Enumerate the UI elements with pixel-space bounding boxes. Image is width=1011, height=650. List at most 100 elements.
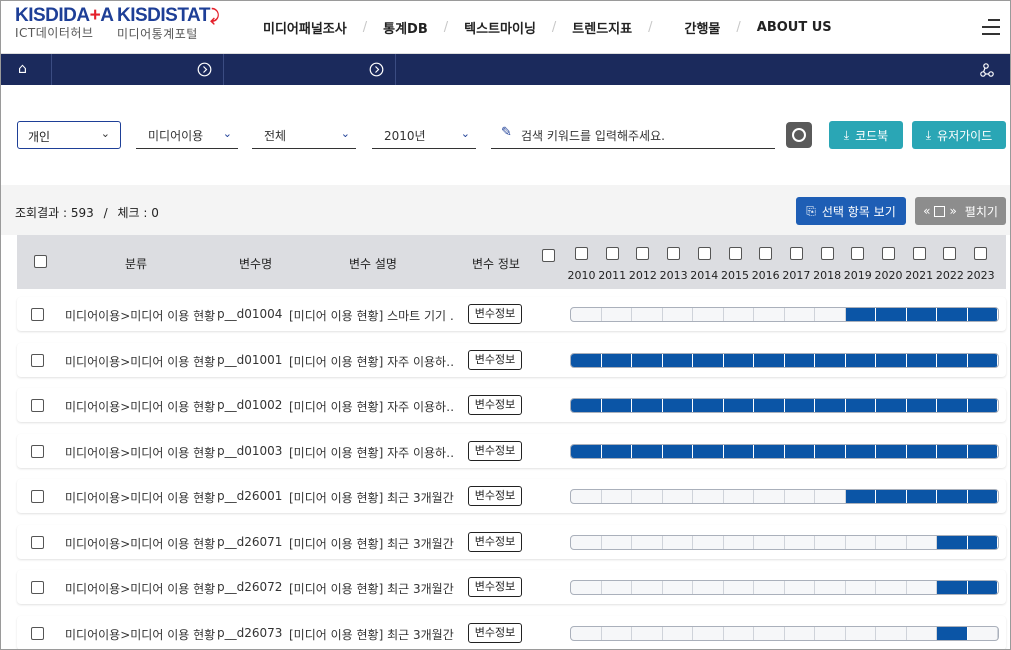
year-select[interactable]: 2010년 ⌄	[372, 121, 476, 149]
table-header: 분류 변수명 변수 설명 변수 정보 2010 2011 2012 2013 2014 2…	[17, 235, 1006, 289]
year-checkbox[interactable]	[728, 247, 742, 260]
year-checkbox[interactable]	[789, 247, 803, 260]
var-info-button[interactable]: 변수정보	[468, 440, 522, 461]
row-checkbox[interactable]	[31, 308, 44, 321]
var-info-button[interactable]: 변수정보	[468, 622, 522, 643]
year-checkbox[interactable]	[851, 247, 865, 260]
chevron-down-icon: ⌄	[340, 127, 350, 140]
search-input[interactable]: ✎ 검색 키워드를 입력해주세요.	[491, 121, 775, 149]
var-info-button[interactable]: 변수정보	[468, 531, 522, 552]
breadcrumb-level-2[interactable]	[224, 54, 396, 85]
row-checkbox[interactable]	[31, 399, 44, 412]
year-cell-empty	[815, 308, 846, 321]
clipboard-check-icon: ⎘	[806, 203, 816, 218]
row-checkbox[interactable]	[31, 581, 44, 594]
year-checkbox[interactable]	[605, 247, 619, 260]
year-cell-empty	[571, 490, 602, 503]
var-info-button[interactable]: 변수정보	[468, 577, 522, 597]
year-cell-empty	[693, 626, 724, 640]
nav-stats-db[interactable]: 통계DB	[383, 18, 428, 37]
year-cell-empty	[907, 626, 937, 640]
select-all-years-checkbox[interactable]	[542, 249, 555, 262]
year-checkbox[interactable]	[697, 247, 711, 260]
year-checkbox[interactable]	[667, 247, 681, 260]
panel-type-select[interactable]: 개인 ⌄	[17, 121, 121, 149]
year-cell-empty	[876, 535, 907, 549]
year-availability-bar	[570, 307, 999, 322]
row-var-desc: [미디어 이용 현황] 최근 3개월간…	[289, 536, 455, 551]
kisdidata-logo[interactable]: KISDIDA+A ICT데이터허브	[15, 6, 114, 41]
var-info-button[interactable]: 변수정보	[468, 395, 522, 415]
year-cell-available	[937, 535, 968, 549]
category-select[interactable]: 미디어이용 ⌄	[136, 121, 238, 149]
userguide-button[interactable]: ⤓ 유저가이드	[912, 121, 1006, 149]
nav-about-us[interactable]: ABOUT US	[757, 20, 832, 35]
year-cell-available	[967, 535, 998, 549]
share-icon[interactable]	[979, 62, 995, 78]
row-var-desc: [미디어 이용 현황] 자주 이용하…	[289, 445, 455, 460]
view-selected-button[interactable]: ⎘ 선택 항목 보기	[796, 197, 906, 225]
year-cell-empty	[602, 535, 632, 549]
var-info-button[interactable]: 변수정보	[468, 486, 522, 506]
row-var-name: p__d01004	[217, 307, 283, 321]
row-var-desc: [미디어 이용 현황] 최근 3개월간…	[289, 627, 455, 642]
search-button[interactable]	[786, 122, 812, 148]
row-checkbox[interactable]	[31, 626, 44, 640]
year-cell-empty	[724, 490, 754, 503]
breadcrumb-home[interactable]: ⌂	[1, 54, 52, 85]
year-cell-empty	[663, 308, 693, 321]
year-checkbox[interactable]	[636, 247, 650, 260]
year-cell-empty	[846, 581, 876, 594]
year-checkbox[interactable]	[943, 247, 957, 260]
year-checkbox[interactable]	[882, 247, 895, 260]
row-var-name: p__d26071	[217, 534, 283, 549]
year-checkbox[interactable]	[974, 247, 988, 260]
kisdistat-logo[interactable]: KISDISTAT⤸ 미디어통계포털	[117, 6, 220, 42]
year-column-2016: 2016	[750, 247, 781, 283]
subcategory-select[interactable]: 전체 ⌄	[252, 121, 356, 149]
year-cell-available	[967, 308, 998, 321]
year-cell-empty	[785, 490, 815, 503]
year-column-2023: 2023	[965, 247, 996, 283]
year-checkbox[interactable]	[575, 247, 588, 260]
year-cell-empty	[663, 490, 693, 503]
year-label: 2019	[843, 269, 872, 282]
row-checkbox[interactable]	[31, 444, 44, 458]
year-cell-available	[845, 444, 876, 458]
year-cell-empty	[724, 626, 754, 640]
var-info-button[interactable]: 변수정보	[468, 349, 522, 370]
row-category: 미디어이용>미디어 이용 현황	[65, 582, 216, 596]
row-category: 미디어이용>미디어 이용 현황	[65, 536, 216, 551]
year-cell-empty	[693, 535, 724, 549]
var-info-button[interactable]: 변수정보	[468, 304, 522, 324]
year-cell-available	[723, 399, 754, 412]
year-cell-empty	[815, 581, 846, 594]
nav-text-mining[interactable]: 텍스트마이닝	[464, 18, 536, 37]
row-checkbox[interactable]	[31, 535, 44, 549]
year-checkbox[interactable]	[759, 247, 773, 260]
menu-icon[interactable]	[982, 19, 1000, 35]
row-checkbox[interactable]	[31, 353, 44, 367]
results-count: 조회결과 : 593 / 체크 : 0	[15, 206, 159, 220]
year-checkbox[interactable]	[912, 247, 926, 260]
nav-media-panel[interactable]: 미디어패널조사	[263, 18, 347, 37]
year-column-2018: 2018	[812, 247, 843, 283]
row-checkbox[interactable]	[31, 490, 44, 503]
table-row: 미디어이용>미디어 이용 현황 p__d01001 [미디어 이용 현황] 자주 이…	[17, 342, 1006, 377]
table-row: 미디어이용>미디어 이용 현황 p__d01003 [미디어 이용 현황] 자주 이…	[17, 433, 1006, 468]
logo-subtitle: 미디어통계포털	[117, 27, 198, 41]
year-cell-available	[967, 353, 998, 367]
year-column-2012: 2012	[627, 247, 658, 283]
nav-trend-index[interactable]: 트렌드지표	[572, 18, 632, 37]
square-icon	[934, 205, 946, 217]
year-availability-bar	[570, 489, 999, 504]
top-header: KISDIDA+A ICT데이터허브 KISDISTAT⤸ 미디어통계포털 미디…	[1, 1, 1010, 54]
year-checkbox[interactable]	[820, 247, 834, 260]
nav-publications[interactable]: 간행물	[685, 18, 721, 37]
breadcrumb-level-1[interactable]	[52, 54, 224, 85]
select-all-checkbox[interactable]	[34, 255, 47, 268]
codebook-button[interactable]: ⤓ 코드북	[829, 121, 903, 149]
year-label: 2022	[935, 269, 964, 282]
header-var-desc: 변수 설명	[349, 257, 397, 271]
expand-button[interactable]: « » 펼치기	[915, 197, 1006, 225]
